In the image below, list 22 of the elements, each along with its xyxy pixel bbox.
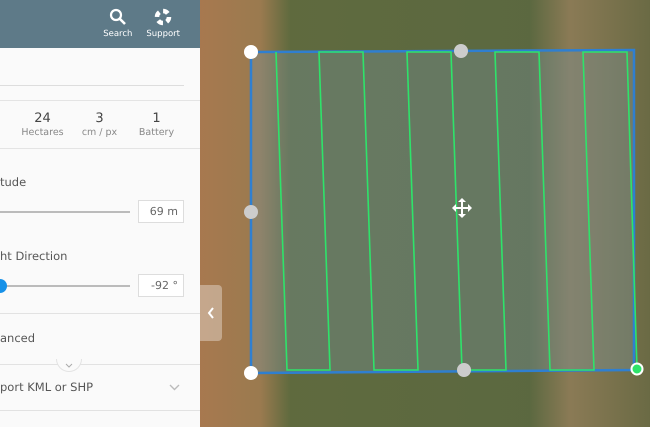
section-label[interactable]: port KML or SHP bbox=[0, 378, 94, 396]
stat-label: cm / px bbox=[82, 126, 118, 138]
search-button[interactable]: Search bbox=[99, 8, 136, 40]
stat-label: Battery bbox=[138, 126, 174, 138]
expand-tab[interactable] bbox=[56, 359, 82, 372]
section-label[interactable]: anced bbox=[0, 330, 36, 348]
setting-label: ht Direction bbox=[0, 248, 68, 263]
value-field[interactable]: -92 ° bbox=[138, 274, 184, 297]
stat-label: Hectares bbox=[21, 126, 64, 138]
stat-value: 3 bbox=[95, 111, 104, 127]
stat-value: 24 bbox=[34, 111, 51, 127]
chevron-down-icon bbox=[65, 362, 73, 368]
move-icon[interactable] bbox=[451, 197, 473, 219]
chevron-icon[interactable] bbox=[169, 384, 180, 391]
chevron-left-icon bbox=[207, 307, 215, 319]
lifebuoy-icon bbox=[154, 8, 172, 26]
stat-value: 1 bbox=[152, 111, 161, 127]
support-button[interactable]: Support bbox=[142, 8, 184, 40]
search-icon bbox=[108, 8, 127, 26]
value-field[interactable]: 69 m bbox=[138, 200, 184, 223]
setting-label: tude bbox=[0, 174, 28, 189]
collapse-button[interactable] bbox=[200, 285, 222, 341]
